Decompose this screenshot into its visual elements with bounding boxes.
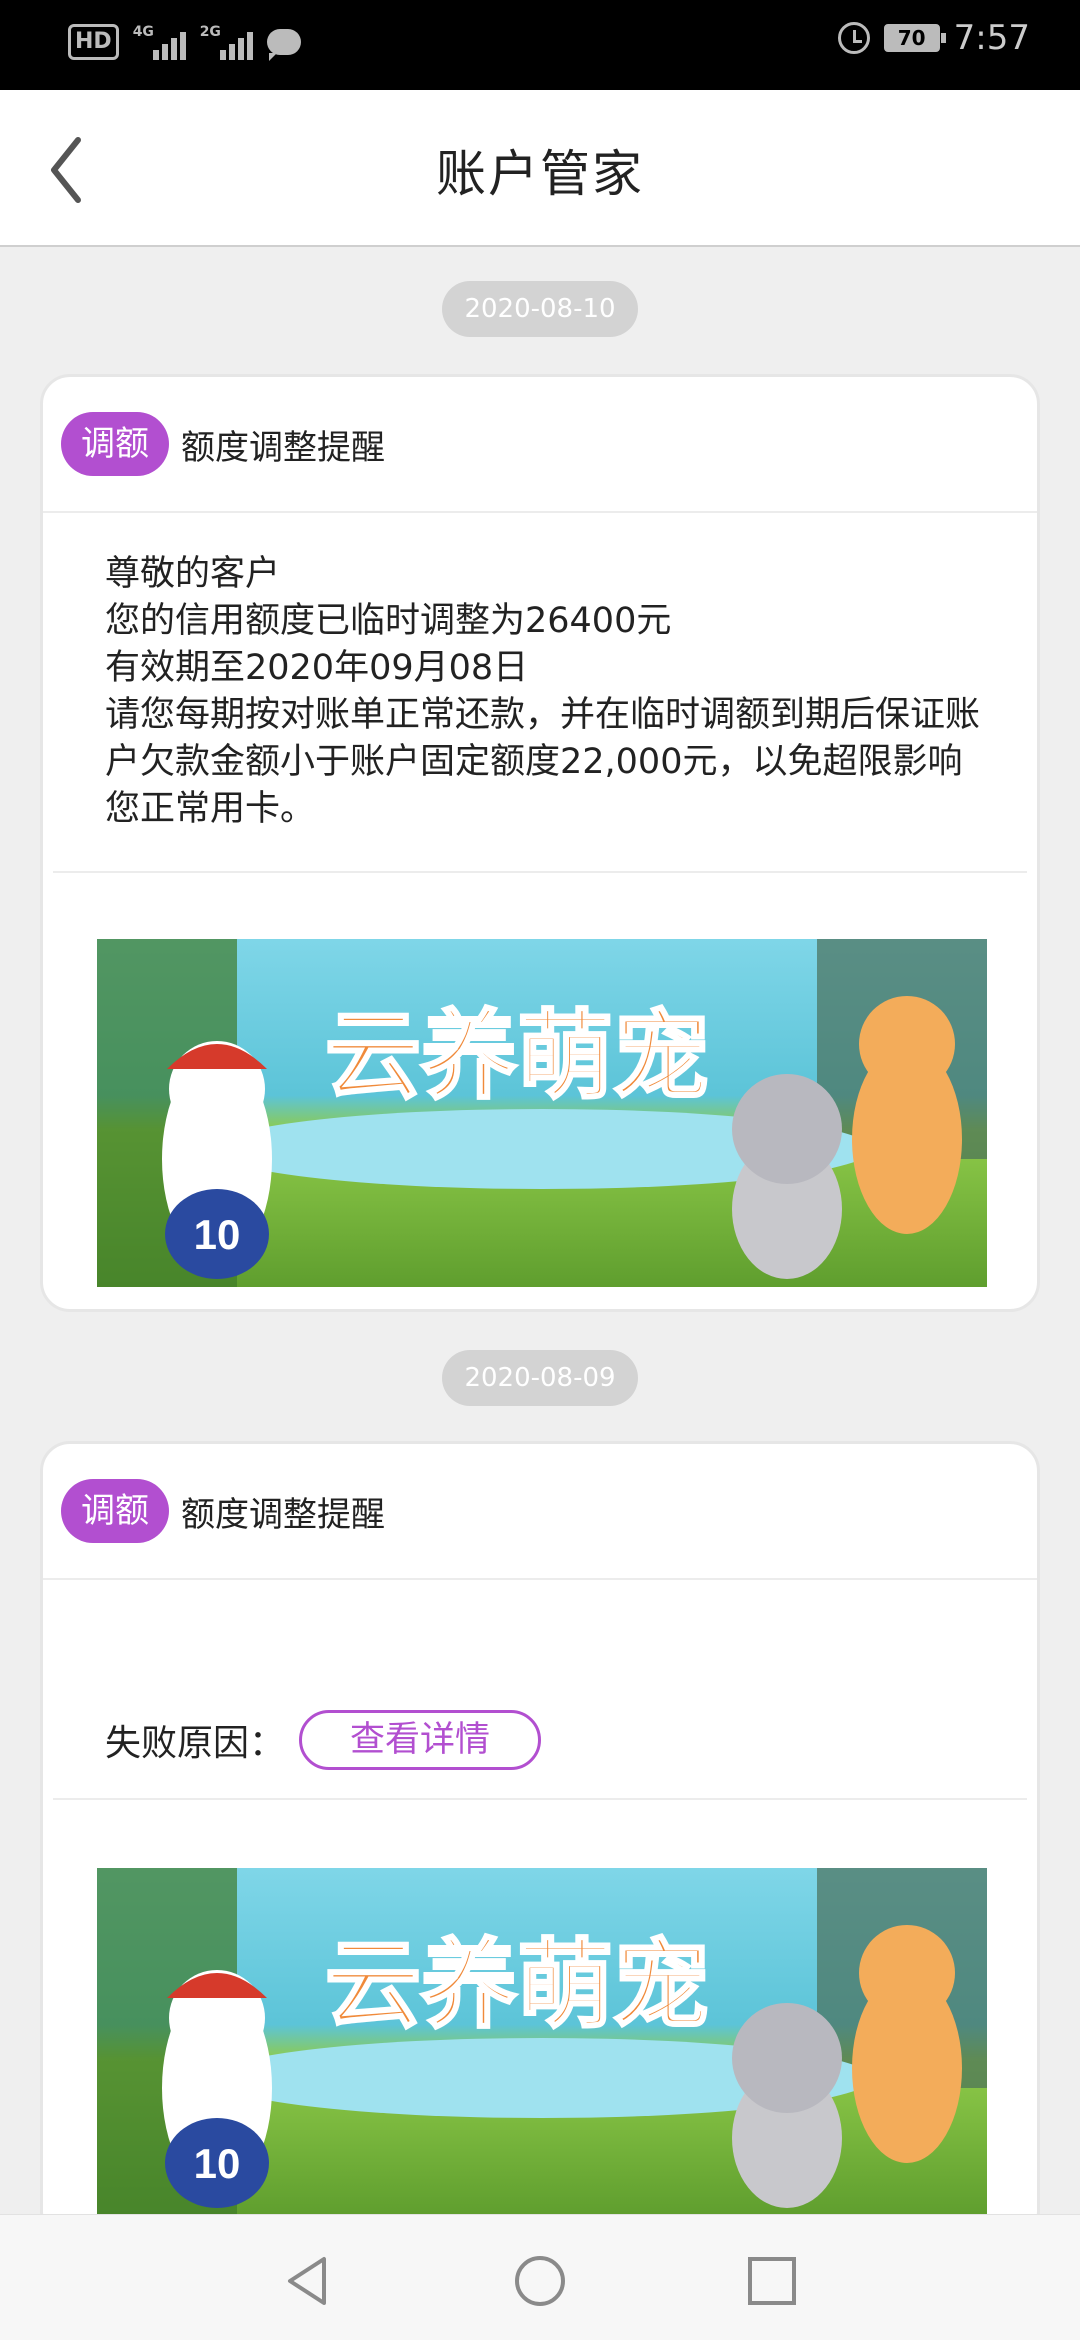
message-title: 额度调整提醒 (181, 1494, 385, 1535)
date-divider: 2020-08-10 (442, 281, 638, 337)
nav-home-button[interactable] (512, 2253, 568, 2309)
status-right: 70 7:57 (837, 18, 1030, 58)
signal-icon-2: 2G (200, 24, 253, 60)
message-notification-icon (266, 29, 301, 61)
network-type-label: 4G (132, 24, 154, 40)
failure-reason-label: 失败原因： (105, 1723, 286, 1764)
jersey-number: 10 (194, 1211, 241, 1258)
nav-back-button[interactable] (280, 2253, 336, 2309)
message-card[interactable]: 调额 额度调整提醒 尊敬的客户 您的信用额度已临时调整为26400元 有效期至2… (40, 374, 1040, 1312)
view-details-button[interactable]: 查看详情 (299, 1710, 542, 1770)
home-circle-icon (515, 2256, 565, 2306)
message-body: 尊敬的客户 您的信用额度已临时调整为26400元 有效期至2020年09月08日… (43, 513, 1037, 833)
page-title: 账户管家 (436, 145, 644, 203)
failure-reason-row: 失败原因： 查看详情 (105, 1710, 542, 1770)
card-header: 调额 额度调整提醒 (43, 377, 1037, 513)
jersey-number: 10 (194, 2140, 241, 2187)
hd-icon: HD (68, 24, 119, 60)
network-type-label-2: 2G (199, 24, 221, 40)
divider (53, 871, 1027, 873)
category-badge: 调额 (61, 1479, 169, 1543)
nav-recents-button[interactable] (744, 2253, 800, 2309)
status-left: HD 4G 2G (68, 24, 301, 61)
signal-icon-1: 4G (133, 24, 186, 60)
pet-game-banner-image: 10 云养萌宠 (97, 1868, 987, 2216)
system-nav-bar (0, 2214, 1080, 2340)
banner-title: 云养萌宠 (325, 1000, 709, 1112)
battery-icon: 70 (883, 24, 946, 52)
category-badge: 调额 (61, 412, 169, 476)
promo-banner[interactable]: 10 云养萌宠 (97, 1868, 987, 2216)
promo-banner[interactable]: 10 云养萌宠 (97, 939, 987, 1287)
body-line: 您的信用额度已临时调整为26400元 (105, 601, 672, 641)
message-card[interactable]: 调额 额度调整提醒 失败原因： 查看详情 10 云养萌宠 (40, 1441, 1040, 2241)
app-header: 账户管家 (0, 90, 1080, 247)
recents-square-icon (748, 2257, 796, 2305)
status-time: 7:57 (953, 18, 1030, 58)
body-line: 有效期至2020年09月08日 (105, 648, 529, 688)
banner-title: 云养萌宠 (325, 1929, 709, 2041)
pet-game-banner-image: 10 云养萌宠 (97, 939, 987, 1287)
card-header: 调额 额度调整提醒 (43, 1444, 1037, 1580)
alarm-icon (837, 22, 870, 54)
divider (53, 1798, 1027, 1800)
status-bar: HD 4G 2G 70 7:57 (0, 0, 1080, 90)
back-triangle-icon (288, 2257, 326, 2305)
body-line: 请您每期按对账单正常还款，并在临时调额到期后保证账户欠款金额小于账户固定额度22… (105, 695, 981, 829)
date-divider: 2020-08-09 (442, 1350, 638, 1406)
body-line: 尊敬的客户 (105, 554, 281, 594)
message-title: 额度调整提醒 (181, 427, 385, 468)
